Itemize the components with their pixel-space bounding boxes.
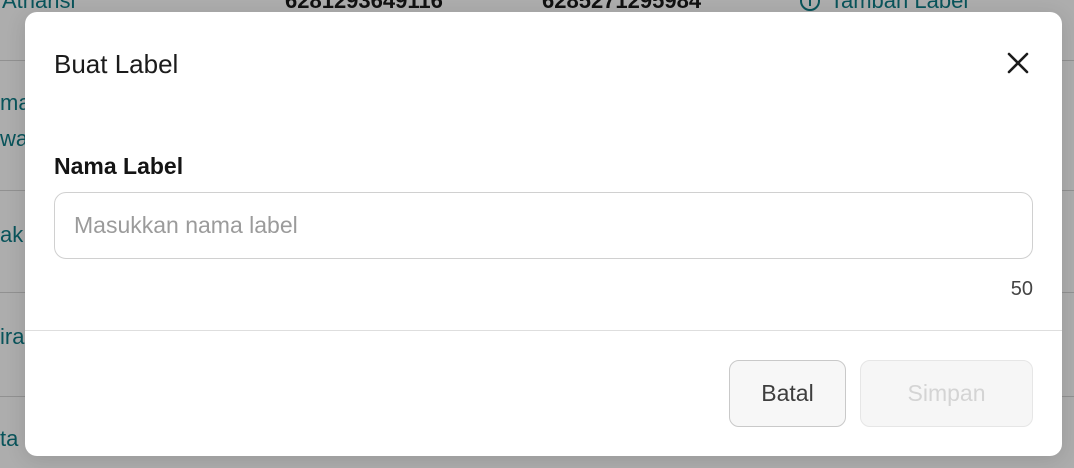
cancel-button[interactable]: Batal	[729, 360, 846, 427]
label-name-heading: Nama Label	[54, 153, 184, 179]
dialog-title: Buat Label	[54, 49, 179, 79]
save-button[interactable]: Simpan	[860, 360, 1033, 427]
footer-divider	[25, 330, 1062, 331]
char-limit-counter: 50	[1010, 278, 1033, 300]
label-name-input[interactable]	[54, 192, 1033, 259]
create-label-dialog: Buat Label Nama Label 50 Batal Simpan	[25, 12, 1062, 456]
close-icon	[1007, 52, 1029, 74]
page: Atharisi 6281293649116 6285271295984 Tam…	[0, 0, 1074, 468]
close-button[interactable]	[1004, 49, 1032, 77]
